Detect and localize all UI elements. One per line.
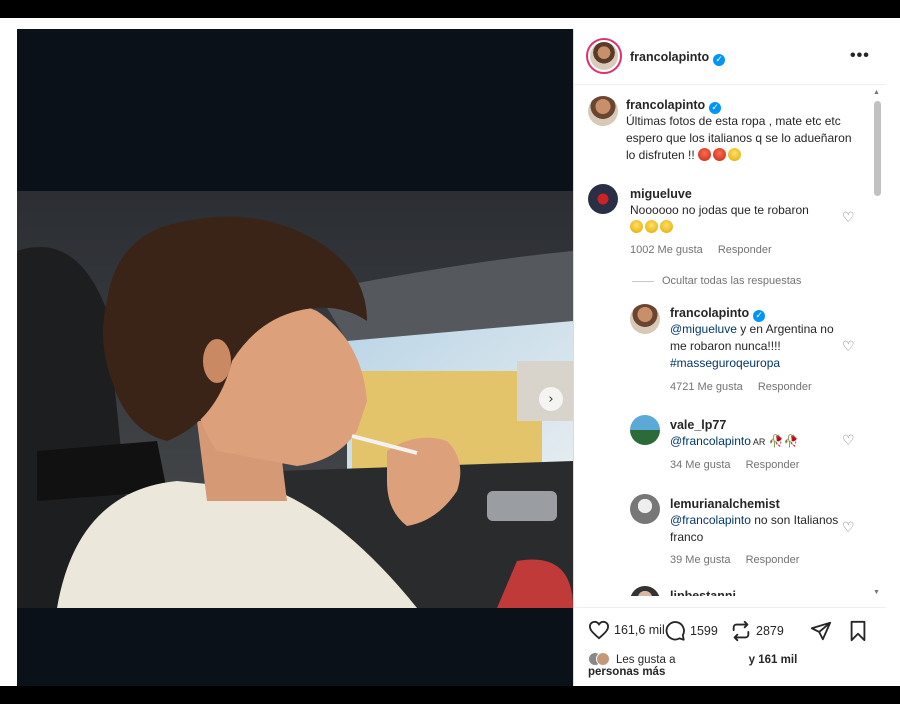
reply-button[interactable]: Responder [758, 381, 812, 393]
bottom-black-bar [0, 686, 900, 704]
reposts-count: 2879 [756, 624, 784, 638]
mention-link[interactable]: @francolapinto [670, 513, 751, 527]
reply-likes[interactable]: 34 Me gusta [670, 459, 731, 471]
author-avatar[interactable] [586, 38, 622, 74]
liked-by[interactable]: Les gusta a y 161 mil personas más [588, 652, 797, 678]
sad-face-emoji-icon [630, 220, 643, 233]
comment-icon [665, 621, 685, 641]
hide-replies-button[interactable]: Ocultar todas las respuestas [632, 275, 801, 287]
reply-username[interactable]: francolapinto ✓ [670, 306, 766, 322]
comment-avatar[interactable] [588, 184, 618, 214]
reply-likes[interactable]: 4721 Me gusta [670, 381, 743, 393]
like-reply-heart-icon[interactable]: ♡ [842, 433, 855, 449]
scroll-down-arrow-icon[interactable]: ▼ [873, 589, 880, 596]
reply-button[interactable]: Responder [718, 244, 772, 256]
heart-icon [588, 620, 610, 640]
repost-button[interactable]: 2879 [730, 620, 784, 642]
angry-face-emoji-icon [698, 148, 712, 161]
reply-avatar[interactable] [630, 304, 660, 334]
post-caption: Últimas fotos de esta ropa , mate etc et… [626, 114, 852, 162]
reply-text: @francolapinto AR 🥀🥀 [670, 434, 799, 448]
comments-scrollbar[interactable] [874, 101, 881, 196]
scroll-up-arrow-icon[interactable]: ▲ [873, 89, 880, 96]
reply-likes[interactable]: 39 Me gusta [670, 554, 731, 566]
liked-by-avatar [596, 652, 610, 666]
save-button[interactable] [848, 620, 872, 642]
sad-face-emoji-icon [645, 220, 658, 233]
hashtag-link[interactable]: #masseguroqeuropa [670, 356, 780, 370]
reply-meta: 4721 Me gusta Responder [670, 381, 824, 393]
comment-button[interactable]: 1599 [664, 620, 718, 642]
share-icon [810, 621, 832, 641]
mention-link[interactable]: @francolapinto [670, 434, 751, 448]
angry-face-emoji-icon [713, 148, 727, 161]
sad-face-emoji-icon [660, 220, 673, 233]
reply-meta: 34 Me gusta Responder [670, 459, 811, 471]
post-side-panel: francolapinto ✓ ••• francolapinto ✓ Última… [573, 29, 886, 686]
comments-list[interactable]: francolapinto ✓ Últimas fotos de esta rop… [574, 86, 886, 596]
reply-meta: 39 Me gusta Responder [670, 554, 811, 566]
caption-author-username[interactable]: francolapinto ✓ [626, 98, 722, 114]
comment-text: Noooooo no jodas que te robaron [630, 202, 840, 236]
reply-text: @migueluve y en Argentina no me robaron … [670, 322, 834, 370]
post-actions-bar: 161,6 mil 1599 2879 Les gusta a y 161 mi… [574, 607, 886, 686]
like-comment-heart-icon[interactable]: ♡ [842, 210, 855, 226]
likes-count: 161,6 mil [614, 623, 665, 637]
reply-username[interactable]: lipbestanni [670, 589, 736, 596]
rose-emoji-icon: 🥀🥀 [768, 434, 799, 448]
post-media[interactable]: › [17, 29, 573, 686]
reply-username[interactable]: vale_lp77 [670, 418, 726, 432]
comment-likes[interactable]: 1002 Me gusta [630, 244, 703, 256]
reply-username[interactable]: lemurianalchemist [670, 497, 780, 511]
like-reply-heart-icon[interactable]: ♡ [842, 339, 855, 355]
more-options-icon[interactable]: ••• [850, 47, 870, 65]
top-black-bar [0, 0, 900, 18]
post-modal: › francolapinto ✓ ••• francolapinto ✓ Últi… [17, 29, 886, 686]
mention-link[interactable]: @migueluve [670, 322, 737, 336]
share-button[interactable] [810, 620, 836, 642]
caption-author-avatar[interactable] [588, 96, 618, 126]
reply-text: @francolapinto no son Italianos franco [670, 513, 839, 544]
reply-avatar[interactable] [630, 586, 660, 596]
bookmark-icon [850, 620, 866, 642]
comments-count: 1599 [690, 624, 718, 638]
comment-username[interactable]: migueluve [630, 187, 692, 201]
face-emoji-icon [728, 148, 742, 161]
reply-button[interactable]: Responder [746, 554, 800, 566]
repost-icon [732, 620, 750, 642]
post-photo [17, 191, 573, 608]
reply-button[interactable]: Responder [746, 459, 800, 471]
comment-meta: 1002 Me gusta Responder [630, 244, 784, 256]
verified-badge-icon: ✓ [713, 54, 726, 66]
reply-avatar[interactable] [630, 415, 660, 445]
like-button[interactable]: 161,6 mil [588, 620, 665, 640]
post-header: francolapinto ✓ ••• [574, 29, 886, 85]
next-media-button[interactable]: › [539, 387, 563, 411]
like-reply-heart-icon[interactable]: ♡ [842, 520, 855, 536]
reply-avatar[interactable] [630, 494, 660, 524]
author-username[interactable]: francolapinto ✓ [630, 50, 726, 66]
